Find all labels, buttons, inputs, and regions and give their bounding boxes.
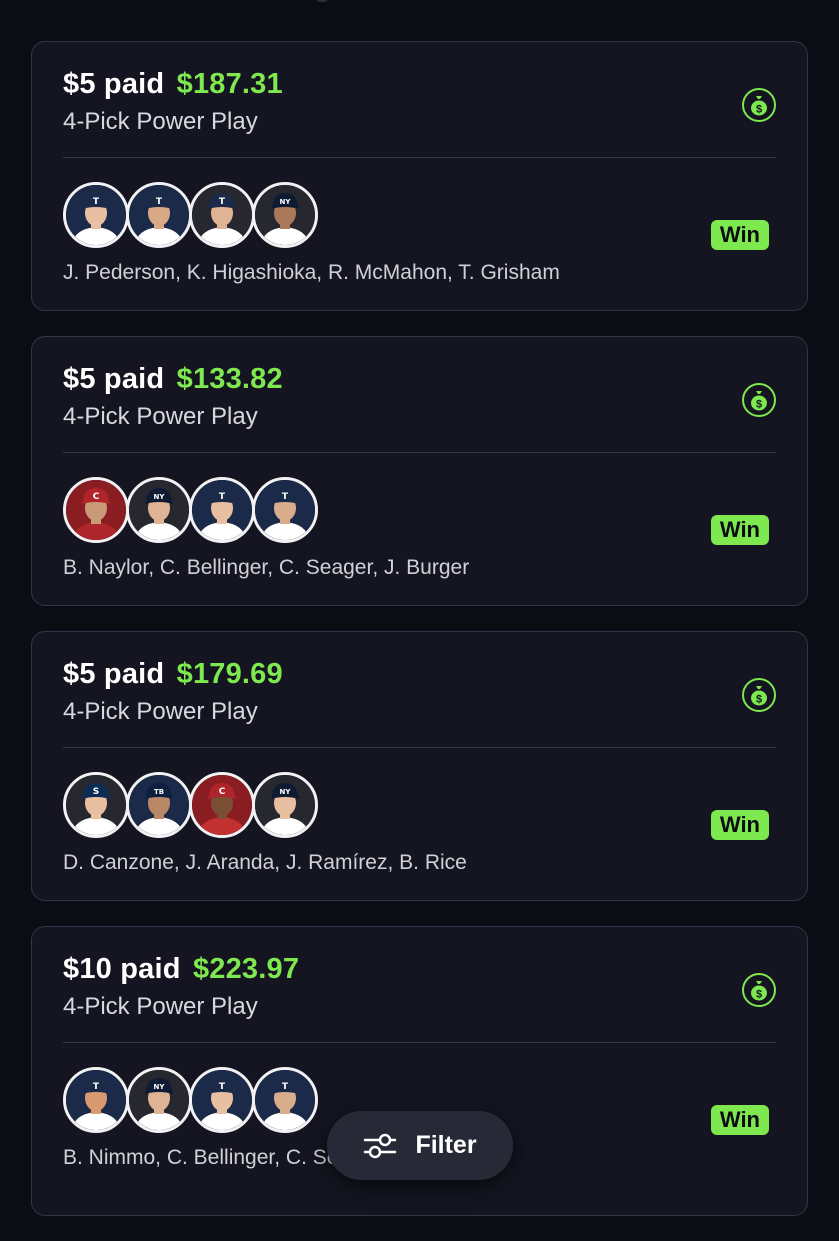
payout-amount: $133.82: [176, 363, 283, 395]
divider: [63, 157, 776, 158]
svg-text:NY: NY: [280, 788, 292, 796]
player-avatars: S TB C NY: [63, 772, 318, 838]
svg-text:T: T: [282, 492, 289, 502]
player-avatars: C NY T T: [63, 477, 318, 543]
payout-amount: $179.69: [176, 658, 283, 690]
entry-card[interactable]: $5 paid $187.31 4-Pick Power Play $ T T T N…: [31, 41, 808, 311]
entry-header: $5 paid $187.31 4-Pick Power Play: [63, 68, 283, 136]
svg-text:S: S: [93, 787, 99, 797]
money-bag-icon: $: [742, 88, 776, 122]
player-avatar: NY: [252, 772, 318, 838]
top-indicator: [316, 0, 328, 2]
player-avatars: T NY T T: [63, 1067, 318, 1133]
player-avatar: T: [63, 182, 129, 248]
player-avatar: T: [252, 477, 318, 543]
entry-card[interactable]: $5 paid $133.82 4-Pick Power Play $ C NY T…: [31, 336, 808, 606]
svg-text:T: T: [219, 1082, 226, 1092]
svg-text:C: C: [93, 492, 100, 502]
win-badge: Win: [710, 515, 769, 545]
svg-text:NY: NY: [280, 198, 292, 206]
svg-text:T: T: [219, 197, 226, 207]
money-bag-icon: $: [742, 383, 776, 417]
svg-text:$: $: [756, 399, 762, 411]
player-avatar: T: [189, 1067, 255, 1133]
divider: [63, 452, 776, 453]
payout-amount: $187.31: [176, 68, 283, 100]
win-badge: Win: [710, 810, 769, 840]
money-bag-icon: $: [742, 678, 776, 712]
svg-text:$: $: [756, 104, 762, 116]
player-avatar: C: [63, 477, 129, 543]
play-type: 4-Pick Power Play: [63, 108, 258, 135]
play-type: 4-Pick Power Play: [63, 993, 258, 1020]
play-type: 4-Pick Power Play: [63, 698, 258, 725]
svg-text:T: T: [219, 492, 226, 502]
player-avatar: NY: [252, 182, 318, 248]
svg-text:NY: NY: [154, 1083, 166, 1091]
player-avatar: NY: [126, 477, 192, 543]
divider: [63, 747, 776, 748]
player-avatar: T: [63, 1067, 129, 1133]
svg-text:$: $: [756, 694, 762, 706]
svg-text:T: T: [282, 1082, 289, 1092]
player-avatar: T: [126, 182, 192, 248]
payout-amount: $223.97: [192, 953, 300, 985]
entry-header: $5 paid $133.82 4-Pick Power Play: [63, 363, 283, 431]
entries-list: $5 paid $187.31 4-Pick Power Play $ T T T N…: [31, 41, 808, 1241]
win-badge: Win: [710, 220, 769, 250]
entry-amount: $10 paid $223.97: [63, 953, 299, 986]
paid-amount: $10 paid: [63, 953, 181, 985]
entry-amount: $5 paid $133.82: [63, 363, 283, 396]
win-badge: Win: [710, 1105, 769, 1135]
paid-amount: $5 paid: [63, 363, 165, 395]
player-avatar: S: [63, 772, 129, 838]
divider: [63, 1042, 776, 1043]
entry-card[interactable]: $5 paid $179.69 4-Pick Power Play $ S TB C…: [31, 631, 808, 901]
player-avatar: NY: [126, 1067, 192, 1133]
player-avatar: T: [252, 1067, 318, 1133]
svg-text:TB: TB: [154, 788, 164, 796]
svg-text:T: T: [156, 197, 163, 207]
entry-amount: $5 paid $187.31: [63, 68, 283, 101]
play-type: 4-Pick Power Play: [63, 403, 258, 430]
players-list: J. Pederson, K. Higashioka, R. McMahon, …: [63, 261, 560, 284]
svg-text:T: T: [93, 197, 100, 207]
players-list: D. Canzone, J. Aranda, J. Ramírez, B. Ri…: [63, 851, 467, 874]
player-avatar: C: [189, 772, 255, 838]
svg-text:C: C: [219, 787, 226, 797]
entry-header: $5 paid $179.69 4-Pick Power Play: [63, 658, 283, 726]
svg-text:NY: NY: [154, 493, 166, 501]
players-list: B. Naylor, C. Bellinger, C. Seager, J. B…: [63, 556, 470, 579]
svg-text:$: $: [756, 989, 762, 1001]
sliders-icon: [364, 1133, 397, 1158]
filter-label: Filter: [415, 1131, 477, 1159]
money-bag-icon: $: [742, 973, 776, 1007]
player-avatar: T: [189, 182, 255, 248]
player-avatars: T T T NY: [63, 182, 318, 248]
paid-amount: $5 paid: [63, 658, 165, 690]
filter-button[interactable]: Filter: [327, 1111, 513, 1180]
svg-text:T: T: [93, 1082, 100, 1092]
player-avatar: TB: [126, 772, 192, 838]
entry-amount: $5 paid $179.69: [63, 658, 283, 691]
player-avatar: T: [189, 477, 255, 543]
entry-header: $10 paid $223.97 4-Pick Power Play: [63, 953, 299, 1021]
paid-amount: $5 paid: [63, 68, 165, 100]
